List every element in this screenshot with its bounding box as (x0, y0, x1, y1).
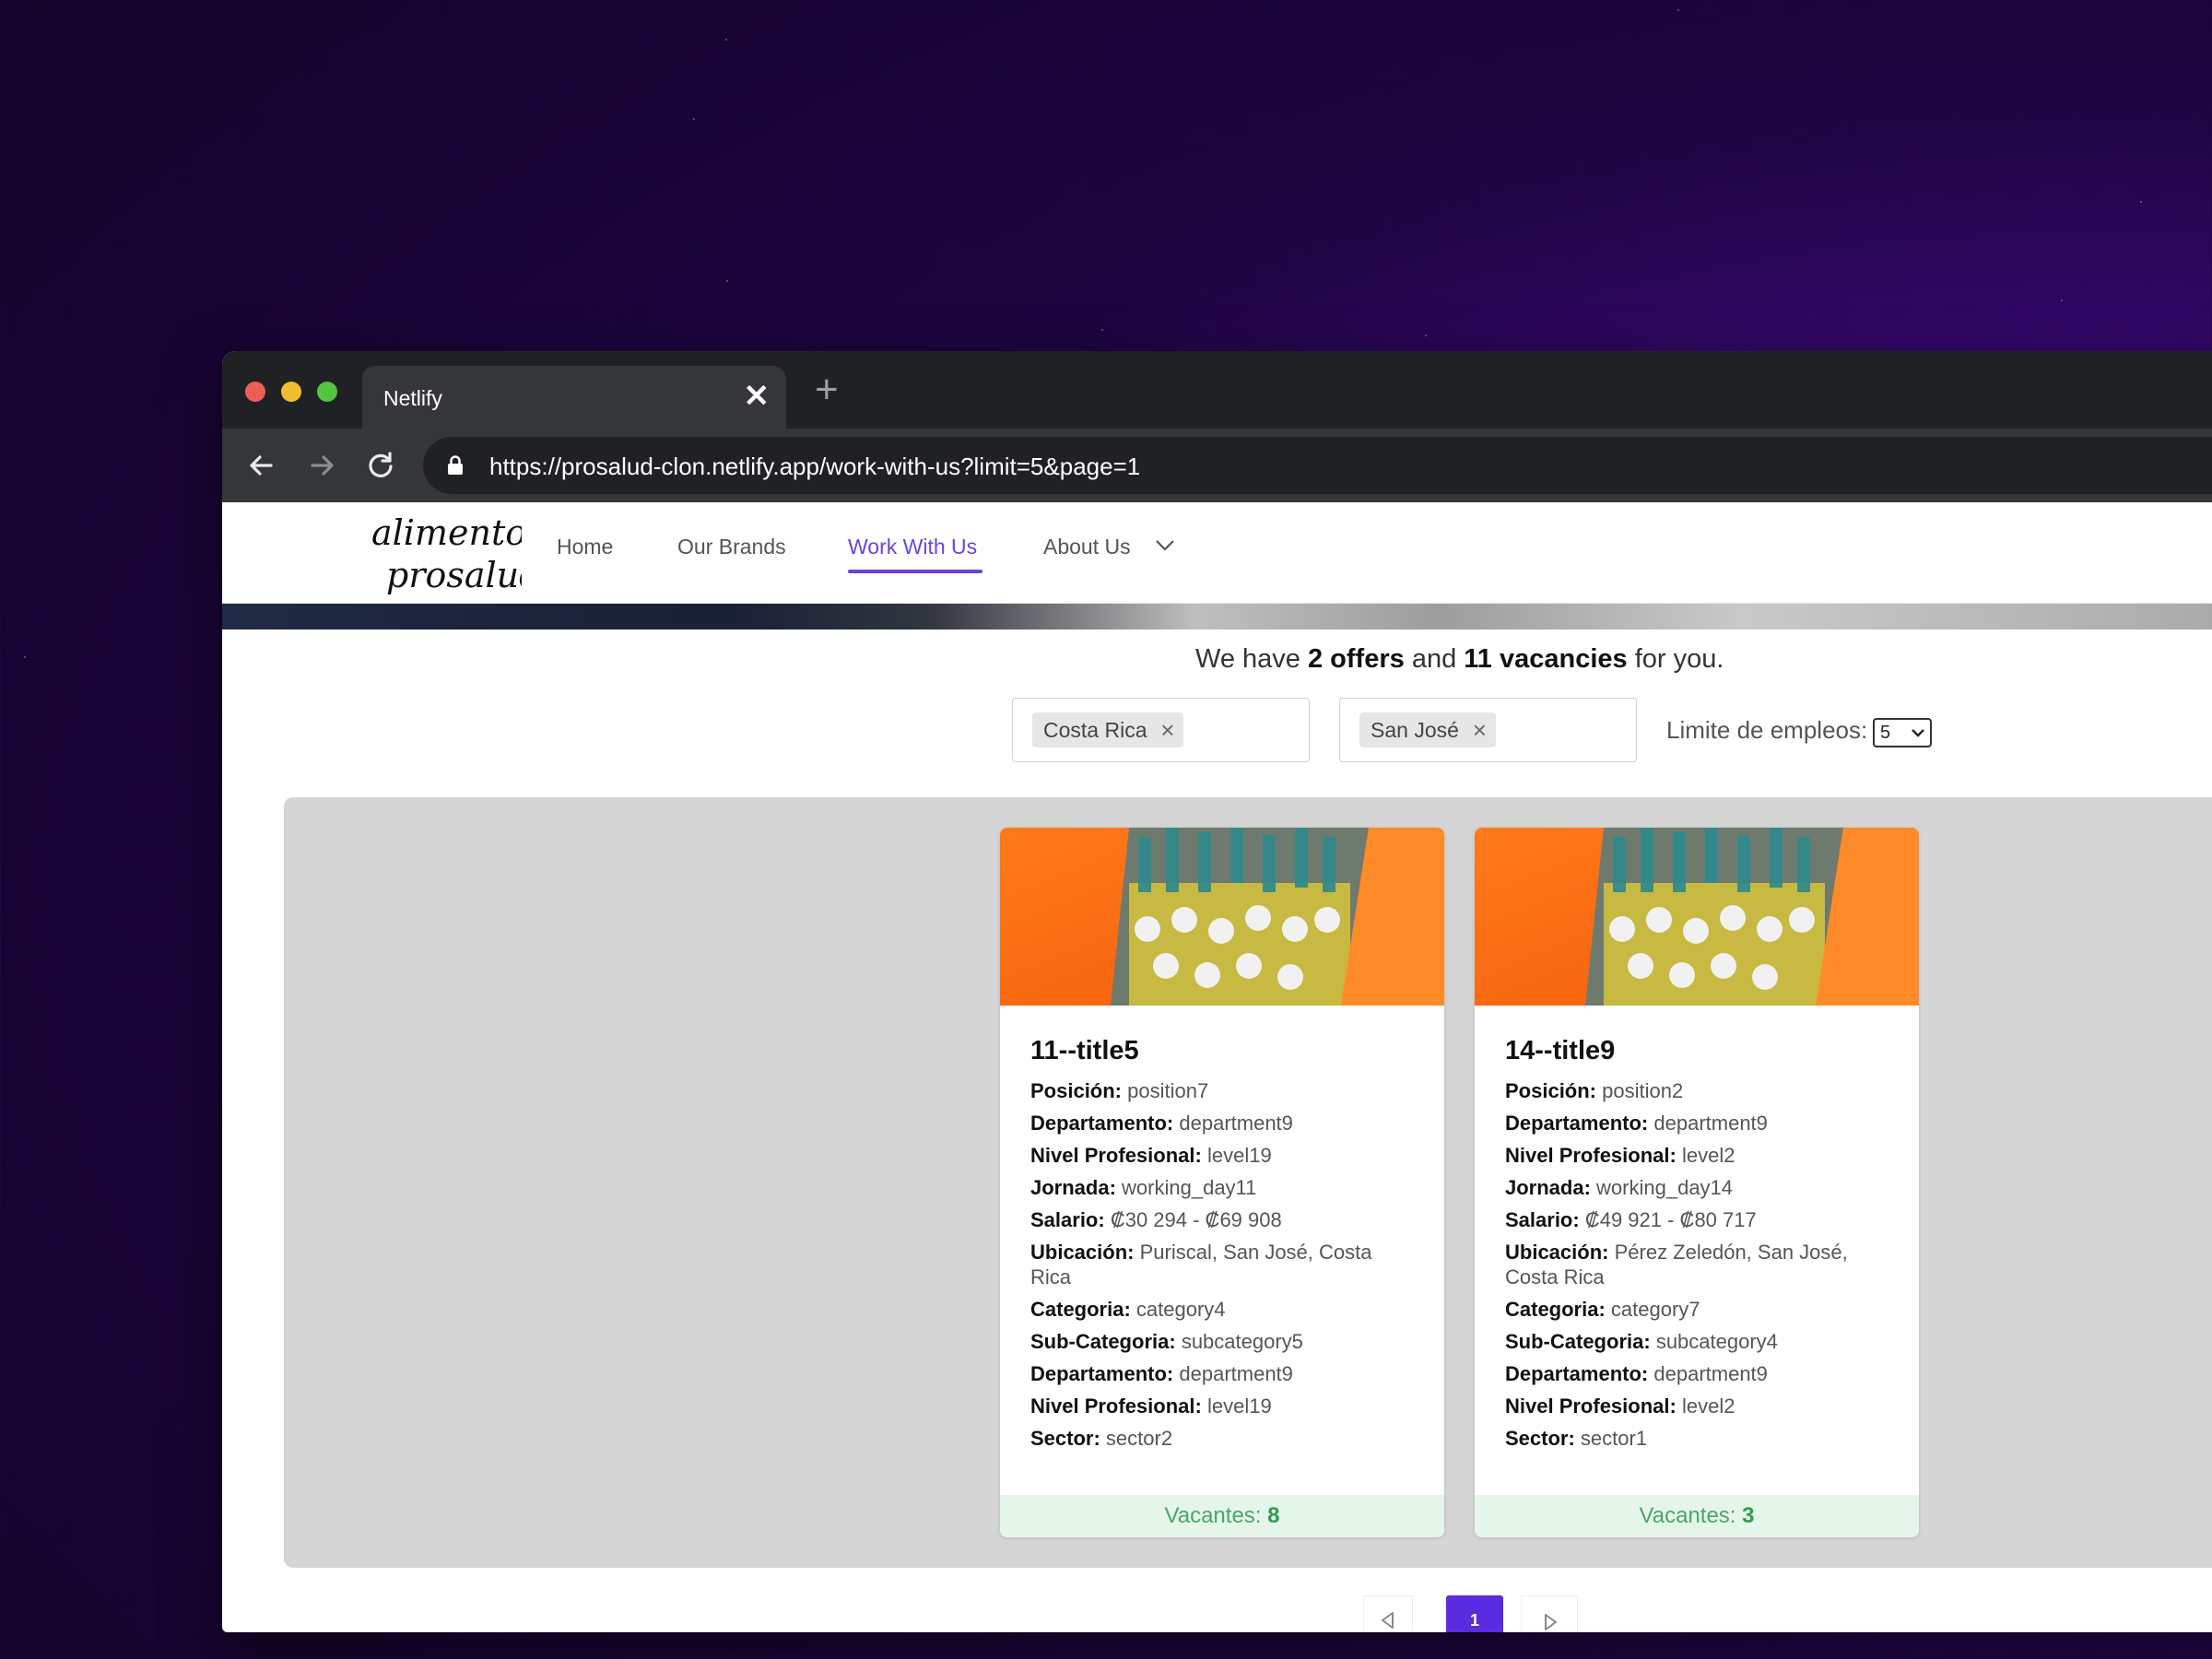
background-star (693, 118, 695, 120)
offers-summary: We have 2 offers and 11 vacancies for yo… (1195, 644, 1724, 675)
background-star (725, 39, 727, 41)
job-field: Nivel Profesional: level2 (1505, 1394, 1735, 1418)
back-arrow-icon[interactable] (243, 447, 280, 484)
vacancies-label: Vacantes: (1164, 1503, 1262, 1528)
background-star (24, 656, 26, 658)
job-card[interactable]: 14--title9 Posición: position2 Departame… (1475, 828, 1919, 1537)
summary-prefix: We have (1195, 644, 1300, 674)
job-field: Departamento: department9 (1030, 1362, 1293, 1385)
job-field: Nivel Profesional: level19 (1030, 1394, 1272, 1418)
job-field: Nivel Profesional: level19 (1030, 1144, 1272, 1167)
hero-banner-strip (222, 604, 2212, 629)
vacancies-value: 8 (1267, 1503, 1280, 1528)
url-text: https://prosalud-clon.netlify.app/work-w… (489, 453, 1141, 480)
city-filter[interactable]: San José × (1339, 698, 1637, 762)
pagination-prev-button[interactable] (1363, 1595, 1413, 1632)
limit-label: Limite de empleos: (1666, 716, 1868, 744)
vacancies-footer: Vacantes: 3 (1475, 1495, 1919, 1537)
background-star (726, 280, 728, 282)
vacancies-label: Vacantes: (1639, 1503, 1736, 1528)
browser-tab[interactable]: Netlify ✕ (362, 366, 786, 429)
browser-window: Netlify ✕ + https://prosalud-clon.netlif… (222, 351, 2212, 1632)
logo-line-1: alimentos (371, 512, 522, 553)
nav-work-link[interactable]: Work With Us (848, 535, 977, 559)
pagination-next-button[interactable] (1521, 1595, 1578, 1632)
remove-city-icon[interactable]: × (1473, 712, 1487, 747)
reload-icon[interactable] (362, 447, 399, 484)
job-details: Posición: position2 Departamento: depart… (1505, 1078, 1892, 1458)
job-field: Departamento: department9 (1505, 1362, 1768, 1385)
job-title: 14--title9 (1505, 1036, 1616, 1065)
address-bar: https://prosalud-clon.netlify.app/work-w… (222, 429, 2212, 502)
chevron-down-icon (1912, 729, 1924, 737)
close-window-button[interactable] (245, 382, 265, 402)
maximize-window-button[interactable] (317, 382, 337, 402)
job-field: Posición: position7 (1030, 1079, 1209, 1102)
nav-brands-link[interactable]: Our Brands (677, 535, 786, 559)
job-field: Salario: ₡30 294 - ₡69 908 (1030, 1208, 1282, 1231)
background-star (2061, 300, 2063, 301)
limit-select[interactable]: 5 (1873, 718, 1932, 747)
job-field: Ubicación: Pérez Zeledón, San José, Cost… (1505, 1241, 1848, 1288)
job-field: Sub-Categoria: subcategory4 (1505, 1330, 1778, 1353)
browser-titlebar: Netlify ✕ + (222, 351, 2212, 429)
chevron-down-icon[interactable] (1155, 539, 1175, 552)
city-chip-label: San José (1371, 718, 1459, 742)
remove-country-icon[interactable]: × (1160, 712, 1174, 747)
vacancies-count: 11 vacancies (1464, 644, 1628, 674)
url-field[interactable]: https://prosalud-clon.netlify.app/work-w… (423, 437, 2212, 494)
background-star (1101, 329, 1103, 331)
job-field: Nivel Profesional: level2 (1505, 1144, 1735, 1167)
job-field: Sector: sector1 (1505, 1427, 1648, 1450)
job-field: Jornada: working_day14 (1505, 1176, 1734, 1199)
country-chip: Costa Rica × (1032, 712, 1184, 747)
job-field: Sub-Categoria: subcategory5 (1030, 1330, 1303, 1353)
vacancies-value: 3 (1742, 1503, 1755, 1528)
nav-about-link[interactable]: About Us (1043, 535, 1131, 559)
background-star (1677, 9, 1679, 11)
job-field: Categoria: category7 (1505, 1298, 1700, 1321)
job-field: Departamento: department9 (1030, 1112, 1293, 1135)
job-field: Ubicación: Puriscal, San José, Costa Ric… (1030, 1241, 1372, 1288)
active-nav-underline (848, 570, 982, 573)
triangle-right-icon (1545, 1614, 1557, 1630)
job-details: Posición: position7 Departamento: depart… (1030, 1078, 1418, 1458)
job-field: Categoria: category4 (1030, 1298, 1226, 1321)
tab-title: Netlify (383, 386, 442, 410)
minimize-window-button[interactable] (281, 382, 301, 402)
limit-value: 5 (1880, 723, 1891, 743)
job-field: Salario: ₡49 921 - ₡80 717 (1505, 1208, 1757, 1231)
offers-count: 2 offers (1307, 644, 1405, 674)
summary-middle: and (1411, 644, 1457, 674)
job-card[interactable]: 11--title5 Posición: position7 Departame… (1000, 828, 1444, 1537)
tab-close-icon[interactable]: ✕ (744, 381, 771, 412)
forward-arrow-icon[interactable] (303, 447, 340, 484)
site-header: alimentos prosalud Home Our Brands Work … (222, 502, 2212, 604)
job-card-image (1000, 828, 1444, 1006)
job-title: 11--title5 (1030, 1036, 1139, 1065)
job-field: Jornada: working_day11 (1030, 1176, 1257, 1199)
city-chip: San José × (1359, 712, 1496, 747)
country-chip-label: Costa Rica (1043, 718, 1147, 742)
nav-home-link[interactable]: Home (557, 535, 613, 559)
job-card-image (1475, 828, 1919, 1006)
vacancies-footer: Vacantes: 8 (1000, 1495, 1444, 1537)
job-field: Sector: sector2 (1030, 1427, 1173, 1450)
job-field: Posición: position2 (1505, 1079, 1684, 1102)
job-field: Departamento: department9 (1505, 1112, 1768, 1135)
country-filter[interactable]: Costa Rica × (1012, 698, 1310, 762)
logo-line-2: prosalud (386, 555, 522, 595)
summary-suffix: for you. (1634, 644, 1724, 674)
page-viewport: alimentos prosalud Home Our Brands Work … (222, 502, 2212, 1632)
new-tab-button[interactable]: + (815, 370, 839, 410)
pagination-page-current[interactable]: 1 (1446, 1595, 1503, 1632)
alimentos-prosalud-logo[interactable]: alimentos prosalud (370, 506, 522, 598)
background-star (2140, 201, 2142, 203)
lock-icon (448, 455, 463, 475)
triangle-left-icon (1382, 1612, 1394, 1629)
background-star (1425, 335, 1427, 336)
